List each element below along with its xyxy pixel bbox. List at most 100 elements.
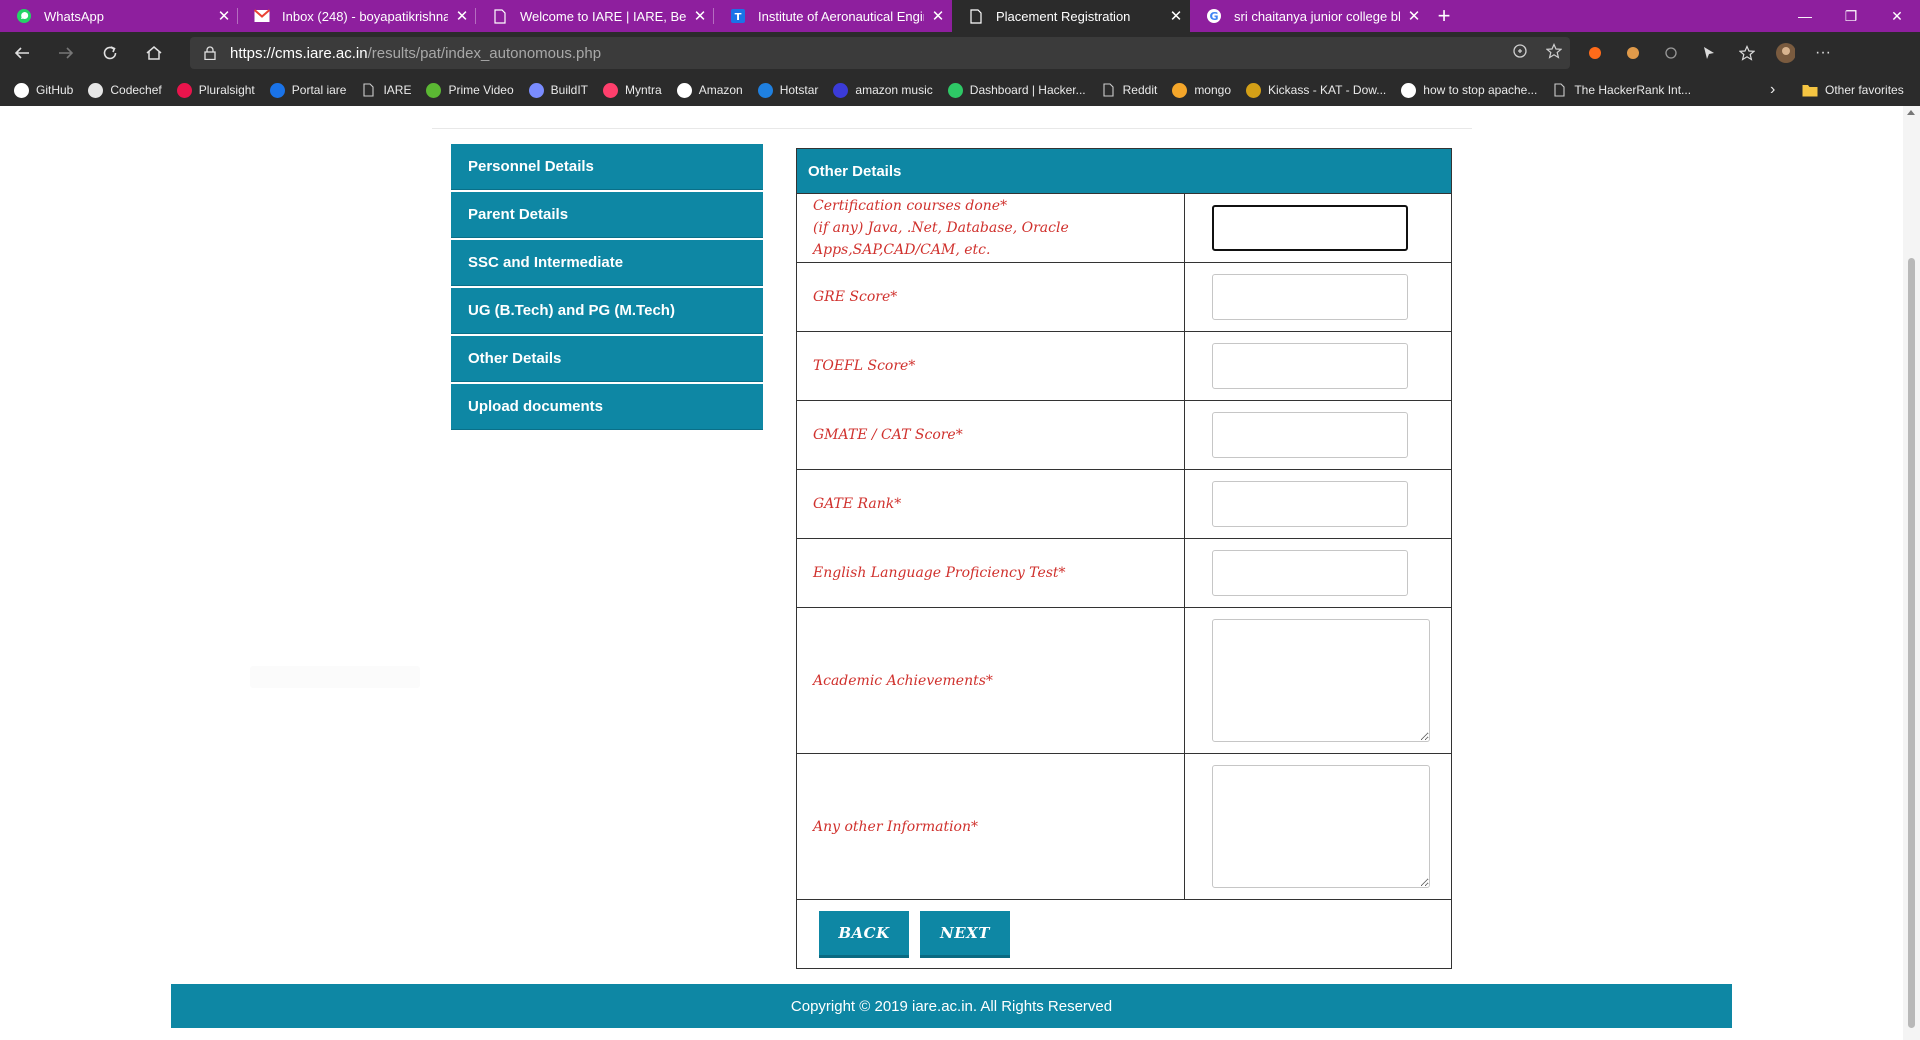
tab-google-search[interactable]: G sri chaitanya junior college bhas ✕ [1190,0,1428,32]
bookmark-label: Codechef [110,83,162,97]
menu-item-personnel-details[interactable]: Personnel Details [451,144,763,190]
certification-courses-input[interactable] [1212,205,1408,251]
back-button[interactable]: BACK [819,910,909,958]
close-icon[interactable]: ✕ [1400,7,1428,25]
amazon-music-icon [833,82,849,98]
form-row-other-info: Any other Information* [797,754,1451,900]
footer: Copyright © 2019 iare.ac.in. All Rights … [171,984,1732,1028]
form-row-gre: GRE Score* [797,263,1451,332]
tab-gmail[interactable]: Inbox (248) - boyapatikrishna99 ✕ [238,0,476,32]
codechef-icon [88,82,104,98]
menu-item-upload-documents[interactable]: Upload documents [451,384,763,430]
close-icon[interactable]: ✕ [924,7,952,25]
form-row-english: English Language Proficiency Test* [797,539,1451,608]
bookmark-item[interactable]: Hotstar [757,82,819,98]
bookmark-label: Hotstar [779,83,819,97]
scroll-up-arrow-icon[interactable] [1907,110,1915,115]
close-icon[interactable]: ✕ [448,7,476,25]
back-arrow-icon[interactable] [0,32,44,74]
reload-icon[interactable] [88,32,132,74]
close-icon[interactable]: ✕ [1162,7,1190,25]
toefl-score-label: TOEFL Score* [797,332,1185,400]
page-icon [361,83,376,98]
bookmark-item[interactable]: IARE [361,83,411,98]
bookmark-item[interactable]: GitHub [14,82,73,98]
other-information-label: Any other Information* [797,754,1185,899]
bookmark-item[interactable]: Myntra [603,82,662,98]
bookmark-label: amazon music [855,83,933,97]
bookmark-item[interactable]: Pluralsight [176,82,255,98]
gate-rank-label: GATE Rank* [797,470,1185,538]
bookmark-item[interactable]: how to stop apache... [1401,82,1538,98]
gre-score-input[interactable] [1212,274,1408,320]
bookmark-label: Kickass - KAT - Dow... [1268,83,1387,97]
scrollbar-thumb[interactable] [1908,258,1915,1028]
extension-fire-icon[interactable] [1585,43,1605,63]
tab-title: Inbox (248) - boyapatikrishna99 [282,8,448,24]
next-button[interactable]: NEXT [920,910,1010,958]
star-icon[interactable] [1545,42,1563,64]
other-information-textarea[interactable] [1212,765,1430,888]
bookmark-item[interactable]: amazon music [833,82,933,98]
close-window-icon[interactable]: ✕ [1874,0,1920,32]
url-path: /results/pat/index_autonomous.php [367,44,602,62]
bookmark-item[interactable]: Prime Video [426,82,514,98]
bookmark-item[interactable]: Dashboard | Hacker... [947,82,1086,98]
window-controls: — ❐ ✕ [1782,0,1920,32]
bookmark-label: Pluralsight [198,83,255,97]
chevron-right-icon[interactable]: › [1770,74,1775,106]
menu-item-ug-pg[interactable]: UG (B.Tech) and PG (M.Tech) [451,288,763,334]
restore-icon[interactable]: ❐ [1828,0,1874,32]
more-menu-icon[interactable]: ··· [1813,43,1833,63]
certification-label-line: Apps,SAP,CAD/CAM, etc. [813,242,991,258]
vertical-scrollbar[interactable] [1903,106,1920,1040]
mongo-icon [1172,82,1188,98]
extension-cookie-icon[interactable] [1623,43,1643,63]
tab-welcome-iare[interactable]: Welcome to IARE | IARE, Best En ✕ [476,0,714,32]
minimize-icon[interactable]: — [1782,0,1828,32]
new-tab-button[interactable]: + [1428,0,1460,32]
tab-title: WhatsApp [44,8,104,24]
whatsapp-icon [16,8,32,24]
menu-item-other-details[interactable]: Other Details [451,336,763,382]
bookmark-item[interactable]: Kickass - KAT - Dow... [1246,82,1387,98]
menu-item-parent-details[interactable]: Parent Details [451,192,763,238]
bookmark-label: Dashboard | Hacker... [969,83,1086,97]
favorites-icon[interactable] [1737,43,1757,63]
kat-icon [1246,82,1262,98]
tab-whatsapp[interactable]: WhatsApp ✕ [0,0,238,32]
extension-radio-icon[interactable] [1661,43,1681,63]
page-icon [1552,83,1567,98]
tab-institute[interactable]: T Institute of Aeronautical Enginee ✕ [714,0,952,32]
svg-text:G: G [1209,10,1218,23]
bookmark-item[interactable]: Codechef [88,82,162,98]
gmate-cat-score-input[interactable] [1212,412,1408,458]
tab-placement-registration[interactable]: Placement Registration ✕ [952,0,1190,32]
bookmark-item[interactable]: Amazon [676,82,743,98]
section-menu: Personnel Details Parent Details SSC and… [451,144,763,432]
bookmark-item[interactable]: The HackerRank Int... [1552,83,1691,98]
svg-text:T: T [735,12,742,23]
bookmark-label: Portal iare [291,83,347,97]
menu-item-ssc-intermediate[interactable]: SSC and Intermediate [451,240,763,286]
bookmark-item[interactable]: BuildIT [528,82,588,98]
forward-arrow-icon[interactable] [44,32,88,74]
lock-icon[interactable] [190,46,230,60]
bookmark-label: Reddit [1122,83,1158,97]
close-icon[interactable]: ✕ [686,7,714,25]
home-icon[interactable] [132,32,176,74]
bookmark-label: how to stop apache... [1423,83,1538,97]
extension-cursor-icon[interactable] [1699,43,1719,63]
read-aloud-icon[interactable] [1512,43,1528,64]
bookmark-item[interactable]: Portal iare [269,82,347,98]
address-bar[interactable]: https://cms.iare.ac.in/results/pat/index… [190,37,1570,69]
profile-avatar[interactable] [1775,43,1795,63]
toefl-score-input[interactable] [1212,343,1408,389]
academic-achievements-textarea[interactable] [1212,619,1430,742]
gate-rank-input[interactable] [1212,481,1408,527]
close-icon[interactable]: ✕ [210,7,238,25]
bookmark-item[interactable]: Reddit [1101,83,1158,98]
other-favorites[interactable]: Other favorites [1802,74,1904,106]
english-proficiency-input[interactable] [1212,550,1408,596]
bookmark-item[interactable]: mongo [1172,82,1231,98]
